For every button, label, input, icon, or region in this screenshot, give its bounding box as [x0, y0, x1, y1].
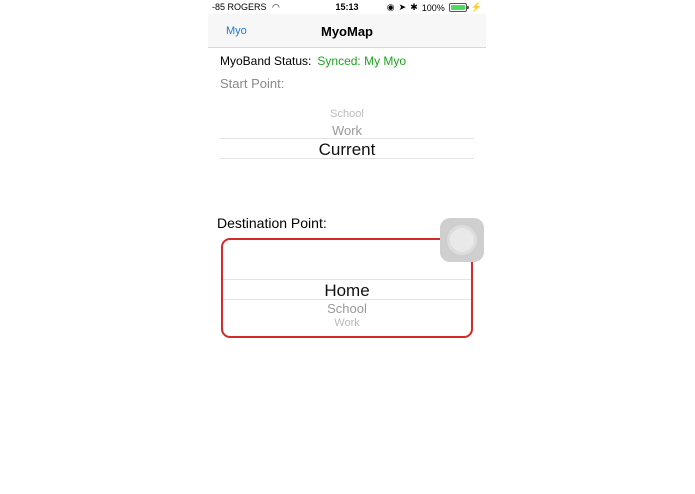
- myoband-status-value: Synced: My Myo: [317, 54, 407, 68]
- picker-option[interactable]: School: [223, 301, 471, 316]
- navigation-bar: Myo MyoMap: [208, 14, 486, 48]
- myoband-status-label: MyoBand Status:: [220, 54, 312, 68]
- phone-screen: -85 ROGERS ◠ 15:13 ◉ ➤ ✱ 100% ⚡ Myo MyoM…: [208, 0, 486, 494]
- page-title: MyoMap: [321, 24, 373, 39]
- picker-option[interactable]: Work: [223, 317, 471, 329]
- picker-selection-line-bottom: [220, 158, 474, 159]
- picker-selection-line-bottom: [223, 299, 471, 300]
- bluetooth-icon: ✱: [410, 2, 418, 12]
- picker-selection-line-top: [223, 279, 471, 280]
- picker-option[interactable]: School: [220, 108, 474, 120]
- destination-point-label: Destination Point:: [217, 215, 327, 231]
- picker-option-selected[interactable]: Home: [223, 281, 471, 301]
- picker-option-selected[interactable]: Current: [220, 140, 474, 160]
- picker-selection-line-top: [220, 138, 474, 139]
- picker-option[interactable]: Work: [220, 123, 474, 138]
- start-point-label: Start Point:: [220, 76, 285, 91]
- status-right: ◉ ➤ ✱ 100% ⚡: [387, 2, 482, 13]
- orientation-lock-icon: ◉: [386, 2, 395, 12]
- charging-icon: ⚡: [470, 2, 482, 12]
- battery-icon: [448, 3, 469, 12]
- myoband-status-row: MyoBand Status: Synced: My Myo: [220, 54, 406, 68]
- destination-point-picker[interactable]: Home School Work: [221, 238, 473, 338]
- assistive-touch-icon: [450, 228, 474, 252]
- location-icon: ➤: [398, 2, 407, 12]
- start-point-picker[interactable]: School Work Current: [220, 108, 474, 160]
- assistive-touch-button[interactable]: [440, 218, 484, 262]
- battery-percent: 100%: [421, 2, 445, 13]
- status-bar: -85 ROGERS ◠ 15:13 ◉ ➤ ✱ 100% ⚡: [208, 0, 486, 14]
